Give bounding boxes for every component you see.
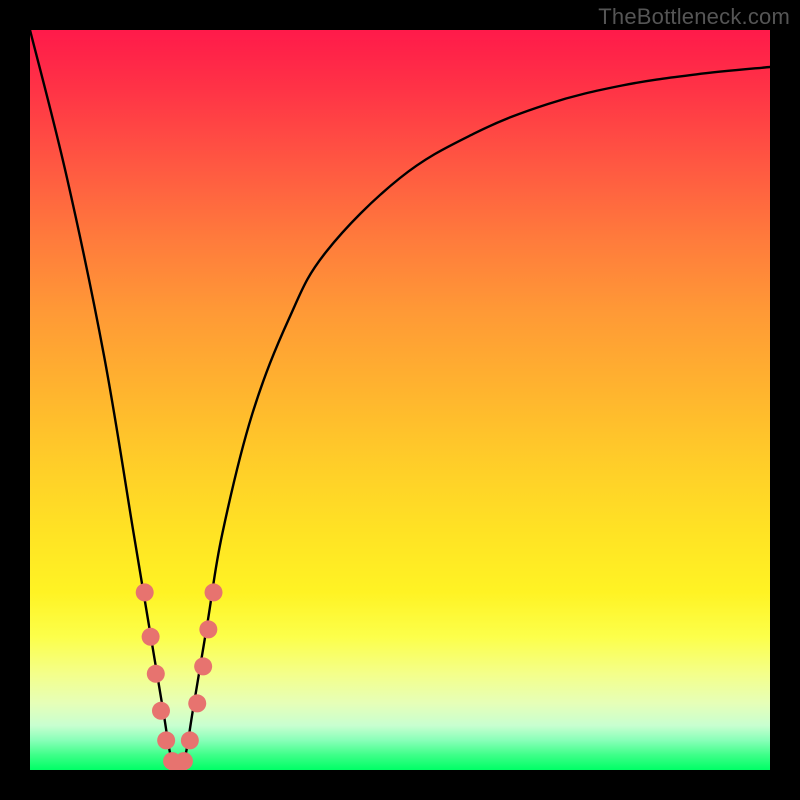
- data-marker: [152, 702, 170, 720]
- data-marker: [157, 731, 175, 749]
- data-marker: [188, 694, 206, 712]
- data-marker: [181, 731, 199, 749]
- data-marker: [205, 583, 223, 601]
- data-marker: [136, 583, 154, 601]
- data-marker: [142, 628, 160, 646]
- chart-frame: TheBottleneck.com: [0, 0, 800, 800]
- curve-layer: [30, 30, 770, 770]
- watermark-text: TheBottleneck.com: [598, 4, 790, 30]
- plot-area: [30, 30, 770, 770]
- data-marker: [199, 620, 217, 638]
- bottleneck-curve: [30, 30, 770, 770]
- data-marker: [194, 657, 212, 675]
- data-marker: [147, 665, 165, 683]
- data-marker: [175, 752, 193, 770]
